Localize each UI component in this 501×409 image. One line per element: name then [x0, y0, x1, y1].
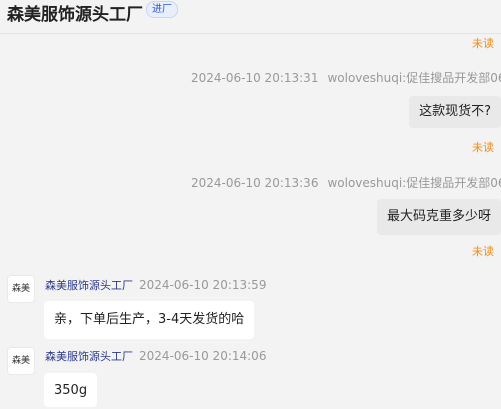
message-sender: 森美服饰源头工厂 — [45, 350, 133, 363]
message-meta: 森美服饰源头工厂 2024-06-10 20:14:06 — [45, 348, 266, 364]
message-sender: 森美服饰源头工厂 — [45, 279, 133, 292]
unread-status: 未读 — [472, 37, 494, 50]
message-meta: 2024-06-10 20:13:31 woloveshuqi:促佳搜品开发部06… — [191, 69, 501, 86]
message-timestamp: 2024-06-10 20:13:36 — [191, 176, 319, 190]
shop-avatar[interactable]: 森美 — [7, 275, 35, 303]
chat-header: 森美服饰源头工厂 进厂 — [0, 0, 501, 34]
unread-status: 未读 — [472, 245, 494, 258]
shop-title: 森美服饰源头工厂 — [7, 5, 143, 25]
message-sender: woloveshuqi:促佳搜品开发部063 — [327, 71, 501, 85]
message-timestamp: 2024-06-10 20:14:06 — [139, 349, 267, 363]
message-timestamp: 2024-06-10 20:13:31 — [191, 71, 319, 85]
message-bubble-incoming: 亲，下单后生产，3-4天发货的哈 — [44, 301, 255, 339]
message-bubble-outgoing: 这款现货不? — [409, 96, 501, 128]
message-sender: woloveshuqi:促佳搜品开发部063 — [327, 176, 501, 190]
message-bubble-incoming: 350g — [44, 373, 98, 407]
shop-avatar[interactable]: 森美 — [7, 347, 35, 375]
message-bubble-outgoing: 最大码克重多少呀 — [376, 199, 501, 235]
message-timestamp: 2024-06-10 20:13:59 — [139, 278, 267, 292]
message-meta: 森美服饰源头工厂 2024-06-10 20:13:59 — [45, 277, 266, 293]
unread-status: 未读 — [472, 141, 494, 154]
message-meta: 2024-06-10 20:13:36 woloveshuqi:促佳搜品开发部06… — [191, 174, 501, 191]
enter-shop-button[interactable]: 进厂 — [146, 1, 178, 18]
